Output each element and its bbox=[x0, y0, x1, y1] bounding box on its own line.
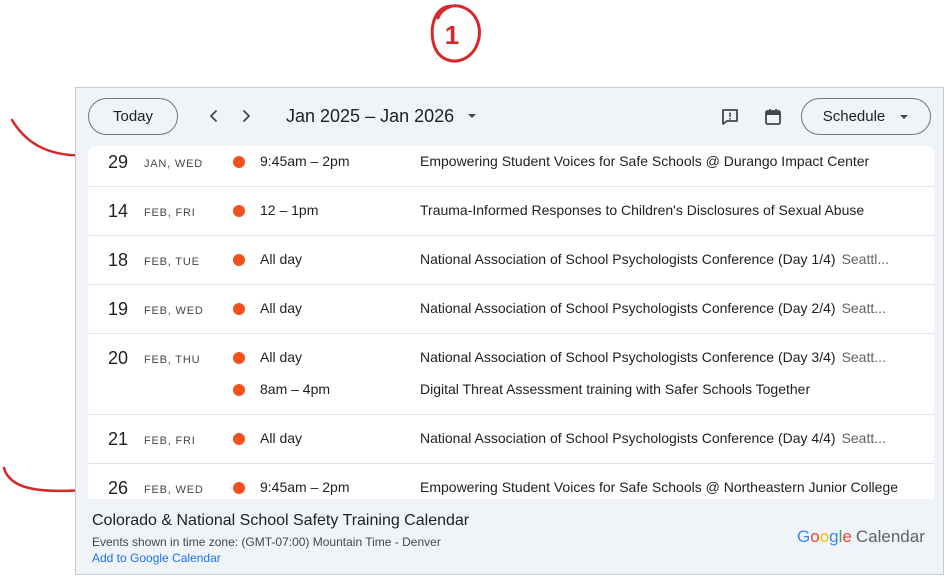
view-selector-label: Schedule bbox=[822, 108, 886, 125]
event-color-dot bbox=[233, 352, 245, 364]
caret-down-icon bbox=[462, 106, 478, 127]
circle-annotation-label: 1 bbox=[445, 20, 459, 50]
add-to-google-calendar-link[interactable]: Add to Google Calendar bbox=[92, 551, 221, 565]
event-title: Empowering Student Voices for Safe Schoo… bbox=[420, 479, 899, 495]
calendar-view-button[interactable] bbox=[761, 105, 785, 129]
day-row: 20 FEB, THU All day National Association… bbox=[88, 334, 934, 415]
event-location: Seattl... bbox=[841, 251, 890, 267]
event-time: 9:45am – 2pm bbox=[260, 479, 350, 495]
event-item[interactable]: 9:45am – 2pm Empowering Student Voices f… bbox=[88, 472, 934, 499]
event-item[interactable]: All day National Association of School P… bbox=[88, 342, 934, 374]
day-row: 26 FEB, WED 9:45am – 2pm Empowering Stud… bbox=[88, 464, 934, 499]
event-location: Seatt... bbox=[841, 349, 886, 365]
next-button[interactable] bbox=[235, 105, 257, 127]
view-selector-button[interactable]: Schedule bbox=[801, 98, 931, 135]
toolbar: Today Jan 2025 – Jan 2026 Schedule bbox=[76, 88, 943, 146]
schedule-list: 29 JAN, WED 9:45am – 2pm Empowering Stud… bbox=[88, 146, 934, 499]
logo-calendar-word: Calendar bbox=[855, 527, 925, 546]
day-row: 19 FEB, WED All day National Association… bbox=[88, 285, 934, 334]
event-title: Digital Threat Assessment training with … bbox=[420, 381, 811, 397]
calendar-name: Colorado & National School Safety Traini… bbox=[92, 512, 470, 529]
event-color-dot bbox=[233, 254, 245, 266]
footer: Colorado & National School Safety Traini… bbox=[76, 499, 943, 576]
today-button[interactable]: Today bbox=[88, 98, 178, 135]
google-calendar-logo[interactable]: Google Calendar bbox=[797, 527, 925, 547]
timezone-note: Events shown in time zone: (GMT-07:00) M… bbox=[92, 535, 441, 549]
event-color-dot bbox=[233, 303, 245, 315]
chevron-left-icon bbox=[210, 110, 217, 122]
day-row: 18 FEB, TUE All day National Association… bbox=[88, 236, 934, 285]
event-item[interactable]: All day National Association of School P… bbox=[88, 244, 934, 276]
event-time: All day bbox=[260, 430, 303, 446]
date-range-picker[interactable]: Jan 2025 – Jan 2026 bbox=[286, 106, 478, 127]
event-title: National Association of School Psycholog… bbox=[420, 349, 886, 365]
event-title: National Association of School Psycholog… bbox=[420, 251, 890, 267]
day-row: 29 JAN, WED 9:45am – 2pm Empowering Stud… bbox=[88, 146, 934, 187]
caret-down-icon bbox=[900, 114, 909, 119]
event-time: 8am – 4pm bbox=[260, 381, 331, 397]
event-item[interactable]: All day National Association of School P… bbox=[88, 293, 934, 325]
day-row: 14 FEB, FRI 12 – 1pm Trauma-Informed Res… bbox=[88, 187, 934, 236]
event-time: All day bbox=[260, 300, 303, 316]
event-time: All day bbox=[260, 251, 303, 267]
feedback-icon bbox=[722, 109, 738, 125]
prev-button[interactable] bbox=[203, 105, 225, 127]
event-color-dot bbox=[233, 205, 245, 217]
event-time: 12 – 1pm bbox=[260, 202, 319, 218]
event-color-dot bbox=[233, 482, 245, 494]
chevron-right-icon bbox=[243, 110, 250, 122]
event-time: 9:45am – 2pm bbox=[260, 153, 350, 169]
event-color-dot bbox=[233, 156, 245, 168]
calendar-icon bbox=[765, 109, 781, 125]
calendar-widget: Today Jan 2025 – Jan 2026 Schedule 29 JA… bbox=[75, 87, 944, 575]
circle-annotation bbox=[430, 4, 481, 63]
event-color-dot bbox=[233, 384, 245, 396]
event-color-dot bbox=[233, 433, 245, 445]
event-title: National Association of School Psycholog… bbox=[420, 430, 886, 446]
event-item[interactable]: 9:45am – 2pm Empowering Student Voices f… bbox=[88, 146, 934, 178]
day-row: 21 FEB, FRI All day National Association… bbox=[88, 415, 934, 464]
date-range-label: Jan 2025 – Jan 2026 bbox=[286, 106, 455, 126]
event-title: Trauma-Informed Responses to Children's … bbox=[420, 202, 865, 218]
event-title: Empowering Student Voices for Safe Schoo… bbox=[420, 153, 870, 169]
event-item[interactable]: All day National Association of School P… bbox=[88, 423, 934, 455]
event-location: Seatt... bbox=[841, 430, 886, 446]
event-location: Seatt... bbox=[841, 300, 886, 316]
event-title: National Association of School Psycholog… bbox=[420, 300, 886, 316]
event-time: All day bbox=[260, 349, 303, 365]
event-item[interactable]: 12 – 1pm Trauma-Informed Responses to Ch… bbox=[88, 195, 934, 227]
event-item[interactable]: 8am – 4pm Digital Threat Assessment trai… bbox=[88, 374, 934, 406]
feedback-button[interactable] bbox=[718, 105, 742, 129]
